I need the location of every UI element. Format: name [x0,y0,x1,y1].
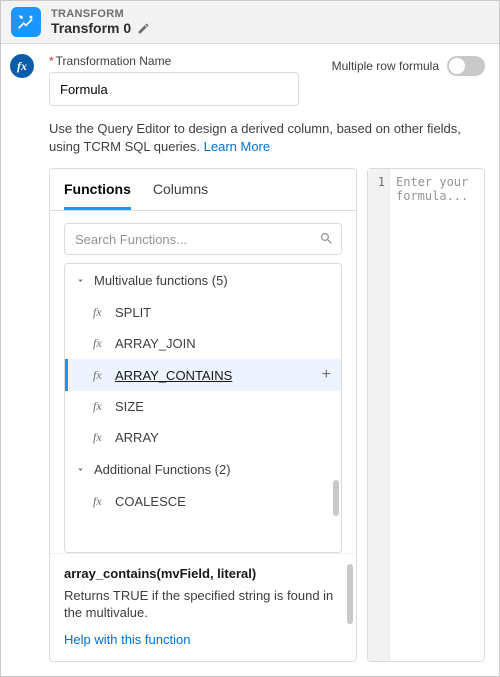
fn-coalesce[interactable]: fxCOALESCE [65,486,341,517]
fn-size[interactable]: fxSIZE [65,391,341,422]
fn-array[interactable]: fxARRAY [65,422,341,453]
transformation-name-input[interactable] [49,72,299,106]
function-detail: array_contains(mvField, literal) Returns… [50,553,356,661]
group-additional[interactable]: Additional Functions (2) [65,453,341,486]
chevron-down-icon [75,464,86,475]
header-eyebrow: TRANSFORM [51,8,150,20]
multi-row-toggle[interactable] [447,56,485,76]
search-functions-input[interactable] [64,223,342,255]
fx-icon: fx [93,430,107,445]
name-field-label: *Transformation Name [49,54,299,68]
multi-row-toggle-label: Multiple row formula [332,59,439,73]
fx-icon: fx [93,336,107,351]
transform-icon [11,7,41,37]
editor-placeholder[interactable]: Enter your formula... [390,169,484,661]
fn-array-join[interactable]: fxARRAY_JOIN [65,328,341,359]
editor-gutter: 1 [368,169,390,661]
functions-panel: Functions Columns Multivalue functions (… [49,168,357,662]
edit-title-icon[interactable] [137,22,150,35]
learn-more-link[interactable]: Learn More [204,139,270,154]
search-icon [319,231,334,246]
fn-split[interactable]: fxSPLIT [65,297,341,328]
page-header: TRANSFORM Transform 0 [1,1,499,44]
add-function-icon[interactable]: + [322,367,331,383]
formula-step-icon: fx [10,54,34,78]
chevron-down-icon [75,275,86,286]
header-title: Transform 0 [51,20,131,36]
help-text: Use the Query Editor to design a derived… [49,120,485,156]
scrollbar[interactable] [347,564,353,624]
scrollbar[interactable] [333,270,339,546]
functions-list: Multivalue functions (5) fxSPLIT fxARRAY… [64,263,342,553]
fx-icon: fx [93,494,107,509]
fn-array-contains[interactable]: fxARRAY_CONTAINS+ [65,359,341,391]
fx-icon: fx [93,399,107,414]
help-function-link[interactable]: Help with this function [64,632,190,647]
fx-icon: fx [93,368,107,383]
function-description: Returns TRUE if the specified string is … [64,587,342,622]
fx-icon: fx [93,305,107,320]
formula-editor[interactable]: 1 Enter your formula... [367,168,485,662]
function-signature: array_contains(mvField, literal) [64,566,342,581]
tab-columns[interactable]: Columns [153,169,208,210]
group-multivalue[interactable]: Multivalue functions (5) [65,264,341,297]
tab-functions[interactable]: Functions [64,169,131,210]
